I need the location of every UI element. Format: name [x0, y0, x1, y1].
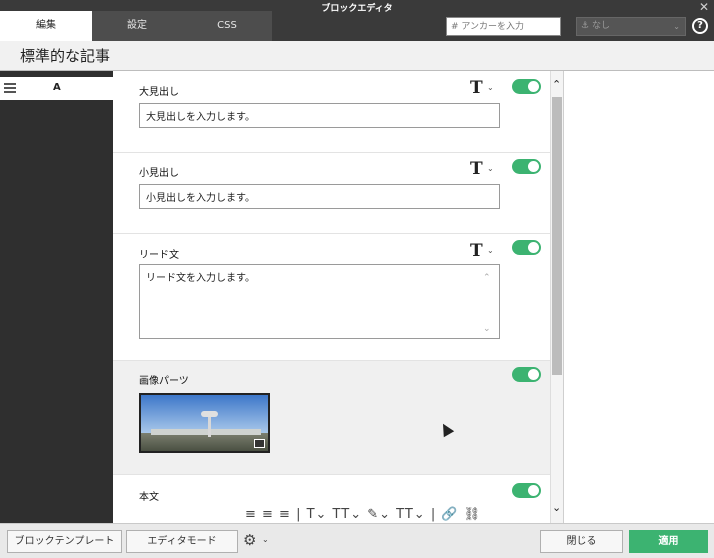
text-type-icon[interactable]: T — [470, 241, 483, 261]
rich-text-toolbar[interactable]: ≡ ≡ ≡ | T⌄ TT⌄ ✎⌄ TT⌄ | 🔗 ⛓ — [245, 507, 481, 522]
block-image: 画像パーツ — [113, 361, 550, 475]
block-label: 小見出し — [139, 168, 179, 179]
chevron-up-icon[interactable]: ⌃ — [483, 273, 491, 283]
block-toggle[interactable] — [512, 159, 541, 174]
block-heading-large: 大見出し T ⌄ — [113, 71, 550, 153]
chevron-down-icon[interactable]: ⌄ — [487, 83, 494, 92]
image-icon — [254, 439, 265, 448]
lead-textarea[interactable]: リード文を入力します。 — [139, 264, 500, 339]
chevron-down-icon: ⌄ — [673, 22, 680, 31]
chevron-down-icon[interactable]: ⌄ — [552, 501, 561, 514]
anchor-icon: ⚓ — [581, 21, 592, 31]
gear-icon[interactable]: ⚙ — [243, 531, 256, 549]
scroll-thumb[interactable] — [552, 97, 562, 375]
block-list: 大見出し T ⌄ 小見出し T ⌄ リード文 T ⌄ リード文を入力します。 ⌃… — [113, 71, 550, 523]
text-type-icon[interactable]: T — [470, 159, 483, 179]
sidebar-item-label: A — [53, 82, 61, 93]
block-label: 画像パーツ — [139, 376, 189, 387]
sidebar: A — [0, 71, 113, 523]
block-toggle[interactable] — [512, 367, 541, 382]
tab-settings[interactable]: 設定 — [92, 11, 182, 41]
block-label: 本文 — [139, 492, 159, 503]
close-button[interactable]: 閉じる — [540, 530, 623, 553]
chevron-down-icon[interactable]: ⌄ — [487, 164, 494, 173]
block-toggle[interactable] — [512, 79, 541, 94]
editor-mode-button[interactable]: エディタモード — [126, 530, 238, 553]
tab-css[interactable]: CSS — [182, 11, 272, 41]
chevron-down-icon[interactable]: ⌄ — [487, 246, 494, 255]
anchor-select[interactable]: ⚓ なし ⌄ — [576, 17, 686, 36]
block-lead: リード文 T ⌄ リード文を入力します。 ⌃ ⌄ — [113, 234, 550, 361]
preview-pane — [563, 71, 714, 523]
block-body: 本文 ≡ ≡ ≡ | T⌄ TT⌄ ✎⌄ TT⌄ | 🔗 ⛓ — [113, 475, 550, 523]
block-toggle[interactable] — [512, 240, 541, 255]
title-bar: ブロックエディタ ✕ 編集 設定 CSS ⚓ なし ⌄ ? — [0, 0, 714, 41]
chevron-up-icon[interactable]: ⌃ — [552, 78, 561, 91]
chevron-down-icon[interactable]: ⌄ — [262, 535, 269, 544]
block-template-button[interactable]: ブロックテンプレート — [7, 530, 122, 553]
block-label: リード文 — [139, 250, 179, 261]
chevron-down-icon[interactable]: ⌄ — [483, 324, 491, 334]
block-label: 大見出し — [139, 87, 179, 98]
heading-large-input[interactable] — [139, 103, 500, 128]
anchor-select-value: なし — [591, 21, 610, 31]
page-title: 標準的な記事 — [0, 41, 714, 71]
bottom-bar: ブロックテンプレート エディタモード ⚙ ⌄ 閉じる 適用 — [0, 523, 714, 558]
heading-small-input[interactable] — [139, 184, 500, 209]
block-heading-small: 小見出し T ⌄ — [113, 153, 550, 234]
apply-button[interactable]: 適用 — [629, 530, 708, 553]
block-toggle[interactable] — [512, 483, 541, 498]
close-icon[interactable]: ✕ — [699, 1, 709, 13]
sidebar-item[interactable]: A — [0, 77, 113, 100]
image-thumbnail[interactable] — [139, 393, 270, 453]
text-type-icon[interactable]: T — [470, 78, 483, 98]
anchor-input[interactable] — [446, 17, 561, 36]
help-icon[interactable]: ? — [692, 18, 708, 34]
scrollbar[interactable]: ⌃ ⌄ — [550, 71, 563, 523]
tab-edit[interactable]: 編集 — [0, 11, 92, 41]
hamburger-icon[interactable] — [4, 83, 16, 95]
